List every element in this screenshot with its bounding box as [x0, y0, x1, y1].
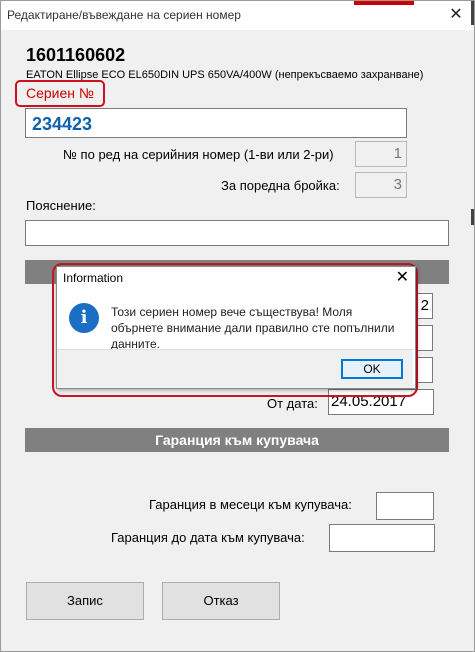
product-code: 1601160602 [26, 45, 126, 65]
window-close-icon[interactable]: ✕ [438, 1, 474, 30]
info-icon: i [69, 303, 99, 333]
right-edge-mark [471, 1, 474, 25]
serial-label: Сериен № [26, 85, 94, 101]
information-dialog: Information ✕ i Този сериен номер вече с… [56, 266, 416, 389]
warranty-until-label: Гаранция до дата към купувача: [111, 530, 305, 545]
warranty-months-label: Гаранция в месеци към купувача: [149, 497, 352, 512]
warranty-section-bar: Гаранция към купувача [25, 428, 449, 452]
title-bar-red-mark [354, 1, 414, 5]
note-label: Пояснение: [26, 198, 96, 213]
item-count-input[interactable]: 3 [355, 172, 407, 198]
dialog-close-icon[interactable]: ✕ [396, 267, 409, 287]
warranty-until-input[interactable] [329, 524, 435, 552]
from-date-label: От дата: [267, 396, 318, 411]
dialog-footer: OK [57, 349, 413, 388]
item-count-label: За поредна бройка: [221, 178, 340, 193]
warranty-months-input[interactable] [376, 492, 434, 520]
save-button[interactable]: Запис [26, 582, 144, 620]
dialog-message: Този сериен номер вече съществува! Моля … [111, 305, 395, 351]
cancel-button[interactable]: Отказ [162, 582, 280, 620]
ok-button[interactable]: OK [341, 359, 403, 379]
serial-order-label: № по ред на серийния номер (1-ви или 2-р… [63, 147, 334, 162]
serial-number-input[interactable]: 234423 [25, 108, 407, 138]
right-edge-mark [471, 209, 474, 225]
serial-order-input[interactable]: 1 [355, 141, 407, 167]
note-input[interactable] [25, 220, 449, 246]
title-bar: Редактиране/въвеждане на сериен номер ✕ [1, 1, 474, 30]
dialog-title: Information [63, 271, 124, 285]
window-title: Редактиране/въвеждане на сериен номер [7, 8, 241, 22]
